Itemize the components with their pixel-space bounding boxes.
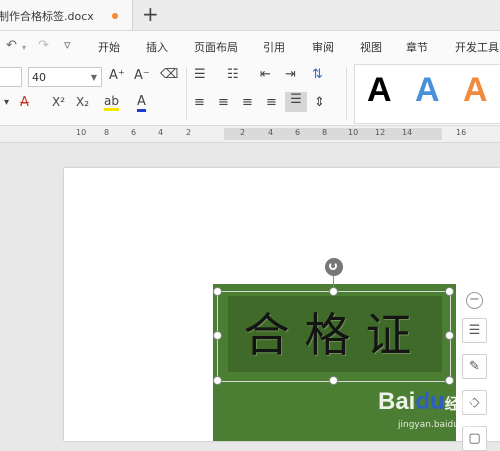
clear-format-icon[interactable]: ⌫ <box>160 67 178 82</box>
ribbon: 40 ▼ A⁺ A⁻ ⌫ ▾ A X² X₂ ab A ☰ ☷ ⇤ ⇥ ⇅ ≡ … <box>0 61 500 126</box>
numbered-list-icon[interactable]: ☷ <box>227 67 239 82</box>
ruler-number: 2 <box>186 128 192 137</box>
resize-handle[interactable] <box>213 331 222 340</box>
watermark-url: jingyan.baidu.com <box>398 420 482 430</box>
resize-handle[interactable] <box>445 331 454 340</box>
increase-indent-icon[interactable]: ⇥ <box>285 67 296 82</box>
superscript-button[interactable]: X² <box>52 95 65 109</box>
shrink-font-button[interactable]: A⁻ <box>134 68 150 83</box>
document-tab[interactable]: 制作合格标签.docx <box>0 0 133 30</box>
style-black-sample[interactable]: A <box>367 71 392 110</box>
ruler-number: 14 <box>402 128 413 137</box>
line-spacing-icon[interactable]: ⇕ <box>314 95 325 110</box>
undo-dropdown-icon[interactable]: ▾ <box>22 43 26 52</box>
font-name-select[interactable] <box>0 67 22 87</box>
redo-icon[interactable]: ↷ <box>38 38 49 53</box>
watermark-text: du <box>415 388 445 415</box>
baidu-watermark: Baidu经验 <box>378 388 475 416</box>
menu-home[interactable]: 开始 <box>98 39 120 55</box>
menu-developer[interactable]: 开发工具 <box>455 39 499 55</box>
font-color-button[interactable]: A <box>137 94 146 112</box>
align-center-icon[interactable]: ≡ <box>218 95 229 110</box>
distribute-icon[interactable]: ☰ <box>285 92 307 112</box>
document-tab-title: 制作合格标签.docx <box>0 10 94 23</box>
ruler-number: 2 <box>240 128 246 137</box>
ruler-number: 10 <box>348 128 359 137</box>
decrease-indent-icon[interactable]: ⇤ <box>260 67 271 82</box>
menu-page-layout[interactable]: 页面布局 <box>194 39 238 55</box>
ruler-number: 8 <box>322 128 328 137</box>
zoom-out-icon[interactable]: − <box>466 292 483 309</box>
ruler-number: 16 <box>456 128 467 137</box>
menu-review[interactable]: 审阅 <box>312 39 334 55</box>
style-blue-sample[interactable]: A <box>415 71 440 110</box>
watermark-text: Bai <box>378 388 416 415</box>
rotate-handle-icon[interactable] <box>325 258 343 276</box>
watermark-text: 经验 <box>444 396 475 413</box>
menu-insert[interactable]: 插入 <box>146 39 168 55</box>
ruler-number: 8 <box>104 128 110 137</box>
ruler-number: 6 <box>131 128 137 137</box>
quick-access-more-icon[interactable]: ▿ <box>64 38 71 53</box>
ruler-number: 4 <box>268 128 274 137</box>
font-size-select[interactable]: 40 ▼ <box>28 67 102 87</box>
layout-options-icon[interactable]: ☰ <box>462 318 487 343</box>
underline-dropdown-icon[interactable]: ▾ <box>4 97 9 108</box>
align-left-icon[interactable]: ≡ <box>194 95 205 110</box>
unsaved-dot-icon <box>112 13 118 19</box>
brush-icon[interactable]: ✎ <box>462 354 487 379</box>
text-styles-gallery: A A A <box>354 64 500 124</box>
selection-box <box>217 291 451 382</box>
menu-references[interactable]: 引用 <box>263 39 285 55</box>
menu-view[interactable]: 视图 <box>360 39 382 55</box>
align-right-icon[interactable]: ≡ <box>242 95 253 110</box>
bullet-list-icon[interactable]: ☰ <box>194 67 206 82</box>
resize-handle[interactable] <box>445 376 454 385</box>
resize-handle[interactable] <box>329 376 338 385</box>
resize-handle[interactable] <box>213 376 222 385</box>
chevron-down-icon: ▼ <box>90 73 97 82</box>
new-tab-button[interactable]: + <box>142 2 159 26</box>
justify-icon[interactable]: ≡ <box>266 95 277 110</box>
grow-font-button[interactable]: A⁺ <box>109 68 125 83</box>
resize-handle[interactable] <box>213 287 222 296</box>
ruler-number: 4 <box>158 128 164 137</box>
ruler-number: 10 <box>76 128 87 137</box>
ribbon-separator <box>346 67 347 119</box>
menu-bar: ↶ ▾ ↷ ▿ 开始 插入 页面布局 引用 审阅 视图 章节 开发工具 <box>0 31 500 61</box>
font-size-value: 40 <box>32 71 46 84</box>
resize-handle[interactable] <box>445 287 454 296</box>
resize-handle[interactable] <box>329 287 338 296</box>
highlight-button[interactable]: ab <box>104 94 119 111</box>
ribbon-separator <box>186 67 187 119</box>
horizontal-ruler[interactable]: 10 8 6 4 2 2 4 6 8 10 12 14 16 <box>0 126 500 143</box>
strikethrough-button[interactable]: A <box>20 95 29 110</box>
text-direction-icon[interactable]: ⇅ <box>312 67 323 82</box>
menu-section[interactable]: 章节 <box>406 39 428 55</box>
ruler-number: 12 <box>375 128 386 137</box>
style-orange-sample[interactable]: A <box>463 71 488 110</box>
subscript-button[interactable]: X₂ <box>76 95 89 109</box>
undo-icon[interactable]: ↶ <box>6 38 17 53</box>
tab-bar: 制作合格标签.docx + <box>0 0 500 31</box>
ruler-number: 6 <box>295 128 301 137</box>
